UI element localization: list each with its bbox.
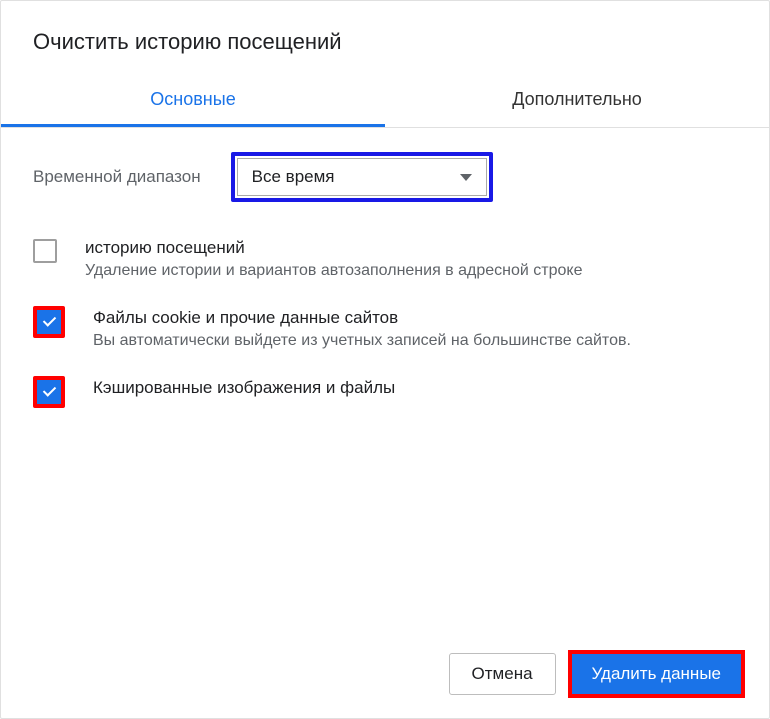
tab-basic[interactable]: Основные [1,75,385,127]
chevron-down-icon [460,174,472,181]
tabs: Основные Дополнительно [1,75,769,128]
cancel-button[interactable]: Отмена [449,653,556,695]
option-title: историю посещений [85,238,582,258]
confirm-button[interactable]: Удалить данные [572,654,741,694]
time-range-select[interactable]: Все время [237,158,487,196]
option-cookies: Файлы cookie и прочие данные сайтов Вы а… [33,308,737,350]
option-history: историю посещений Удаление истории и вар… [33,238,737,280]
check-icon [42,385,56,399]
confirm-highlight: Удалить данные [568,650,745,698]
time-range-highlight: Все время [231,152,493,202]
dialog-footer: Отмена Удалить данные [449,650,745,698]
tab-advanced[interactable]: Дополнительно [385,75,769,127]
checkbox-cache[interactable] [33,376,65,408]
option-desc: Вы автоматически выйдете из учетных запи… [93,332,631,350]
option-title: Кэшированные изображения и файлы [93,378,395,398]
checkbox-cookies[interactable] [33,306,65,338]
checkbox-history[interactable] [33,239,57,263]
check-icon [42,315,56,329]
option-cache: Кэшированные изображения и файлы [33,378,737,408]
option-desc: Удаление истории и вариантов автозаполне… [85,262,582,280]
option-title: Файлы cookie и прочие данные сайтов [93,308,631,328]
dialog-title: Очистить историю посещений [33,29,737,55]
time-range-value: Все время [252,167,335,187]
time-range-label: Временной диапазон [33,167,201,187]
